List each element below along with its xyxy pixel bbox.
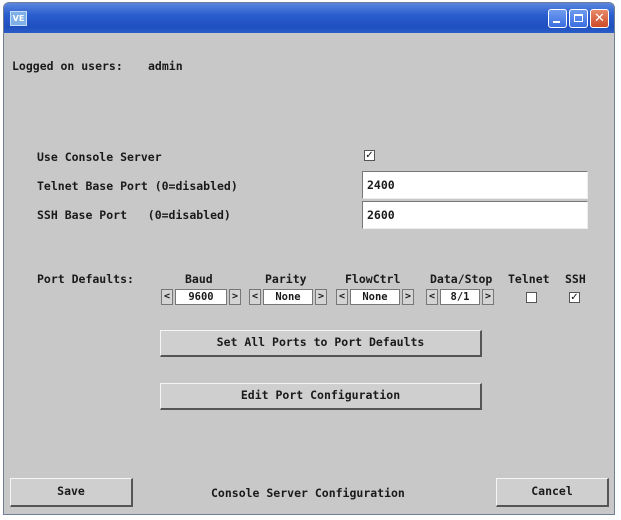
baud-value[interactable]: 9600 bbox=[175, 289, 227, 305]
close-icon: ✕ bbox=[594, 11, 605, 26]
datastop-value[interactable]: 8/1 bbox=[440, 289, 480, 305]
cancel-button[interactable]: Cancel bbox=[496, 478, 609, 507]
save-button[interactable]: Save bbox=[10, 478, 133, 507]
baud-spinner: < 9600 > bbox=[161, 289, 243, 305]
parity-decrease-button[interactable]: < bbox=[249, 289, 261, 305]
title-bar[interactable]: VE ✕ bbox=[4, 3, 614, 33]
logged-on-value: admin bbox=[148, 59, 183, 73]
datastop-spinner: < 8/1 > bbox=[426, 289, 496, 305]
logged-on-label: Logged on users: bbox=[12, 59, 123, 73]
datastop-header: Data/Stop bbox=[430, 272, 493, 286]
flowctrl-increase-button[interactable]: > bbox=[402, 289, 414, 305]
ssh-base-port-label: SSH Base Port (0=disabled) bbox=[37, 208, 231, 222]
use-console-checkbox[interactable]: ✓ bbox=[364, 150, 375, 161]
minimize-button[interactable] bbox=[548, 9, 567, 28]
page-title: Console Server Configuration bbox=[211, 486, 405, 500]
parity-spinner: < None > bbox=[249, 289, 329, 305]
flowctrl-header: FlowCtrl bbox=[345, 272, 401, 286]
baud-header: Baud bbox=[185, 272, 213, 286]
check-icon: ✓ bbox=[365, 150, 374, 161]
maximize-icon bbox=[574, 14, 583, 22]
telnet-default-checkbox[interactable] bbox=[526, 292, 537, 303]
telnet-base-port-label: Telnet Base Port (0=disabled) bbox=[37, 179, 238, 193]
telnet-header: Telnet bbox=[508, 272, 550, 286]
close-button[interactable]: ✕ bbox=[590, 9, 609, 28]
window: VE ✕ Logged on users: admin Use Console … bbox=[3, 2, 615, 515]
check-icon: ✓ bbox=[570, 292, 579, 303]
flowctrl-decrease-button[interactable]: < bbox=[336, 289, 348, 305]
minimize-icon bbox=[553, 21, 560, 23]
ssh-header: SSH bbox=[565, 272, 586, 286]
flowctrl-spinner: < None > bbox=[336, 289, 416, 305]
use-console-label: Use Console Server bbox=[37, 150, 162, 164]
flowctrl-value[interactable]: None bbox=[350, 289, 400, 305]
maximize-button[interactable] bbox=[569, 9, 588, 28]
baud-increase-button[interactable]: > bbox=[229, 289, 241, 305]
ssh-base-port-input[interactable]: 2600 bbox=[362, 201, 588, 229]
app-icon: VE bbox=[10, 11, 27, 26]
telnet-base-port-input[interactable]: 2400 bbox=[362, 171, 588, 199]
baud-decrease-button[interactable]: < bbox=[161, 289, 173, 305]
set-all-ports-button[interactable]: Set All Ports to Port Defaults bbox=[160, 330, 482, 357]
parity-increase-button[interactable]: > bbox=[315, 289, 327, 305]
edit-port-configuration-button[interactable]: Edit Port Configuration bbox=[160, 383, 482, 410]
ssh-default-checkbox[interactable]: ✓ bbox=[569, 292, 580, 303]
dialog-content: Logged on users: admin Use Console Serve… bbox=[8, 33, 610, 509]
port-defaults-label: Port Defaults: bbox=[37, 272, 134, 286]
datastop-decrease-button[interactable]: < bbox=[426, 289, 438, 305]
datastop-increase-button[interactable]: > bbox=[482, 289, 494, 305]
parity-header: Parity bbox=[265, 272, 307, 286]
parity-value[interactable]: None bbox=[263, 289, 313, 305]
